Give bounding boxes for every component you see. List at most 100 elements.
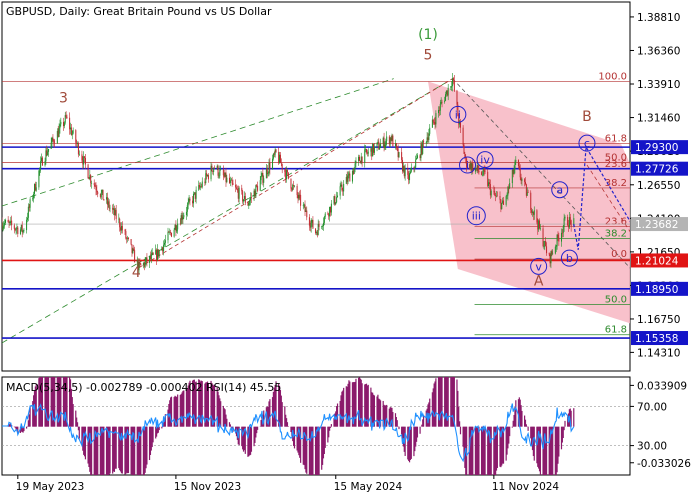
macd-bar: [573, 408, 575, 427]
candle-body: [247, 202, 249, 206]
candle-body: [318, 223, 320, 227]
rsi-level-label: 30.00: [637, 441, 667, 453]
candle-body: [433, 122, 435, 123]
macd-bar: [419, 426, 421, 434]
candle-body: [41, 157, 43, 162]
candle-body: [542, 228, 544, 247]
candle-body: [185, 211, 187, 216]
candle-body: [324, 213, 326, 217]
candle-body: [513, 169, 515, 175]
candle-body: [134, 250, 136, 263]
candle-body: [121, 226, 123, 231]
candle-body: [524, 179, 526, 182]
candle-body: [179, 223, 181, 225]
candle-body: [90, 175, 92, 184]
candle-body: [306, 210, 308, 218]
macd-bar: [484, 426, 486, 475]
candle-body: [413, 167, 415, 168]
candle-body: [286, 169, 288, 179]
candle-body: [274, 149, 276, 155]
candle-body: [168, 231, 170, 233]
candle-body: [180, 215, 182, 225]
candle-body: [272, 153, 274, 159]
candle-body: [481, 174, 483, 176]
candle-body: [322, 222, 324, 227]
candle-body: [488, 182, 490, 186]
wave-label-text: (1): [418, 27, 438, 43]
price-tick-label: 1.36360: [637, 45, 680, 57]
candle-body: [422, 140, 424, 154]
candle-body: [20, 224, 22, 230]
candle-body: [238, 187, 240, 199]
candle-body: [506, 195, 508, 197]
candle-body: [483, 168, 485, 171]
candle-body: [7, 219, 9, 223]
candle-body: [149, 256, 151, 263]
candle-body: [144, 261, 146, 267]
candle-body: [164, 240, 166, 243]
candle-body: [235, 184, 237, 188]
candle-body: [329, 206, 331, 217]
candle-body: [9, 221, 11, 223]
candle-body: [311, 219, 313, 223]
candle-body: [287, 172, 289, 179]
price-tag-label: 1.18950: [635, 284, 678, 296]
candle-body: [213, 167, 215, 172]
candle-body: [544, 240, 546, 246]
wave-label-B: B: [582, 109, 592, 125]
candle-body: [407, 167, 409, 175]
candle-body: [91, 183, 93, 184]
fib-level-label: 50.0: [605, 295, 627, 306]
macd-bar: [410, 426, 412, 459]
candle-body: [521, 179, 523, 181]
candle-body: [550, 251, 552, 264]
candle-body: [32, 198, 34, 200]
macd-bar: [72, 404, 74, 427]
chart-root: 100.0 61.8 50.0 23.6 38.2 23.6 38.2 0.0 50.0 61.8…: [0, 0, 700, 500]
macd-bar: [466, 426, 468, 475]
candle-body: [388, 136, 390, 145]
candle-body: [569, 217, 571, 221]
price-tick-label: 1.26550: [637, 180, 680, 192]
macd-bar: [90, 426, 93, 475]
price-tick-label: 1.14310: [637, 347, 680, 359]
candle-body: [551, 251, 553, 254]
wave-label-text: 3: [59, 91, 68, 107]
wave-label-5: 5: [424, 48, 433, 64]
candle-body: [531, 209, 533, 213]
candle-body: [182, 217, 184, 220]
candle-body: [8, 222, 10, 223]
candle-body: [10, 220, 12, 222]
macd-tick-label: -0.033026: [637, 458, 691, 470]
wave-label-1: (1): [418, 27, 438, 43]
candle-body: [488, 182, 490, 185]
candle-body: [398, 152, 400, 158]
candle-body: [265, 168, 267, 179]
candle-body: [272, 158, 274, 169]
candle-body: [19, 229, 21, 235]
candle-body: [500, 199, 502, 210]
candle-body: [463, 144, 465, 154]
wave-label-A: A: [534, 273, 544, 289]
candle-body: [429, 127, 431, 134]
candle-body: [279, 154, 281, 163]
candle-body: [33, 193, 35, 199]
macd-bar: [416, 426, 419, 438]
time-tick-label: 15 May 2024: [334, 481, 403, 493]
candle-body: [558, 237, 560, 242]
candle-body: [58, 128, 60, 137]
candle-body: [2, 226, 4, 229]
candle-body: [495, 195, 497, 197]
candle-body: [256, 185, 258, 186]
candle-body: [5, 219, 7, 223]
macd-bar: [459, 421, 461, 427]
wave-label-text: i: [466, 159, 469, 172]
candle-body: [524, 181, 526, 185]
candle-body: [364, 149, 366, 163]
candle-body: [562, 226, 564, 233]
candle-body: [315, 232, 317, 234]
candle-body: [284, 169, 286, 173]
candle-body: [410, 167, 412, 172]
candle-body: [114, 209, 116, 216]
wave-label-text: B: [582, 109, 592, 125]
